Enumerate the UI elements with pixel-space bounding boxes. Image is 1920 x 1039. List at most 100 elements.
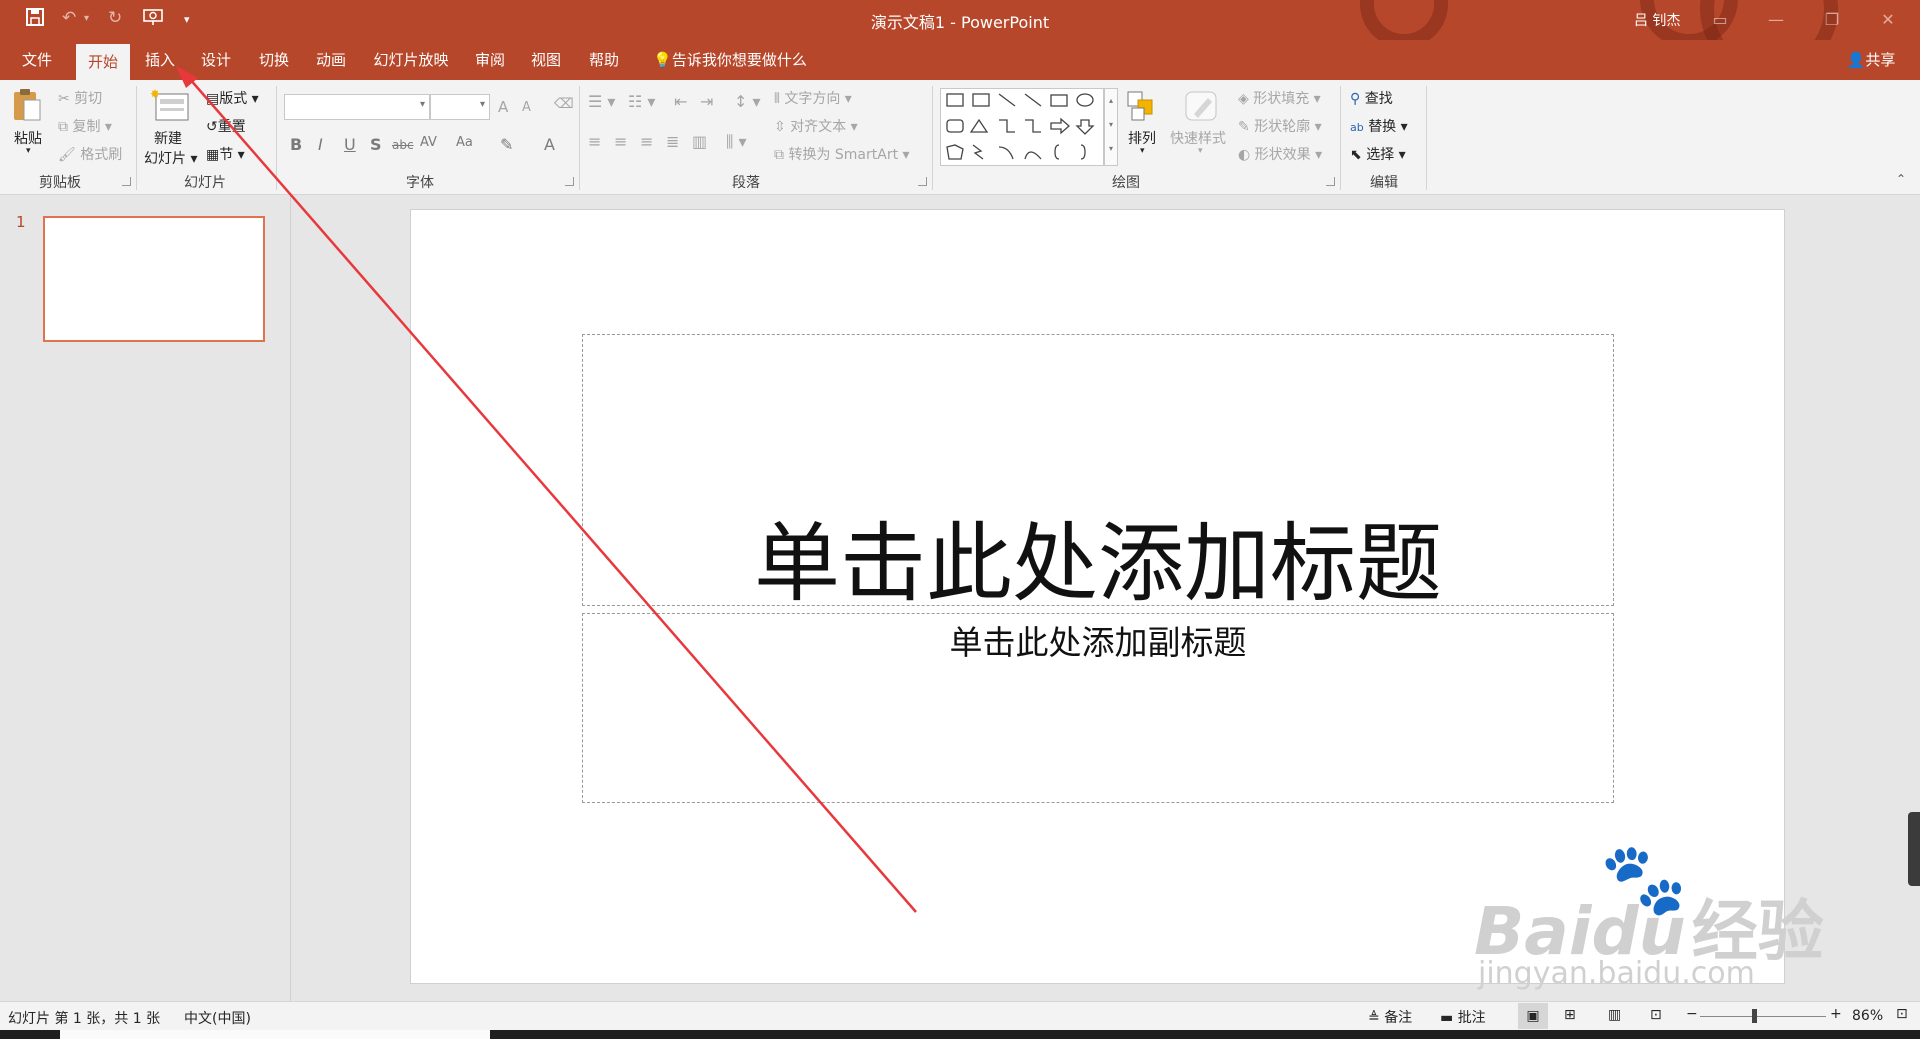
select-button[interactable]: ⬉ 选择 ▾ [1350,144,1406,164]
subtitle-placeholder[interactable]: 单击此处添加副标题 [582,613,1614,803]
new-slide-label-2[interactable]: 幻灯片 ▾ [144,148,197,168]
char-spacing-button[interactable]: AV [420,135,437,150]
justify-icon[interactable]: ≣ [666,132,679,151]
tab-help[interactable]: 帮助 [578,40,630,80]
smartart-button[interactable]: ⧉ 转换为 SmartArt ▾ [774,144,910,164]
ribbon-display-options-icon[interactable]: ▭ [1700,6,1740,34]
find-button[interactable]: ⚲ 查找 [1350,88,1393,108]
font-name-dropdown[interactable]: ▾ [284,94,430,120]
user-name[interactable]: 吕 钊杰 [1634,10,1680,30]
tell-me-box[interactable]: 💡告诉我你想要做什么 [642,40,818,80]
tab-transitions[interactable]: 切换 [248,40,300,80]
zoom-slider-thumb[interactable] [1752,1009,1757,1023]
effects-icon: ◐ [1238,147,1251,163]
underline-button[interactable]: U [344,135,356,154]
clipboard-launcher-icon[interactable] [122,177,131,186]
notes-button[interactable]: ≜ 备注 [1368,1007,1412,1027]
new-slide-icon[interactable]: ✸ [150,87,190,128]
slide-sorter-icon[interactable]: ⊞ [1564,1007,1576,1023]
highlight-icon[interactable]: ✎ [500,135,513,154]
zoom-out-icon[interactable]: − [1686,1006,1698,1022]
paste-icon[interactable] [12,88,42,126]
strikethrough-button[interactable]: abc [392,138,414,152]
cut-button[interactable]: ✂ 剪切 [58,88,102,108]
shadow-button[interactable]: S [370,135,382,154]
replace-button[interactable]: ab 替换 ▾ [1350,116,1408,136]
quick-styles-dropdown-icon[interactable]: ▾ [1198,146,1203,156]
clear-formatting-icon[interactable]: ⌫ [554,96,574,112]
scroll-handle[interactable] [1908,812,1920,886]
shape-fill-button[interactable]: ◈ 形状填充 ▾ [1238,88,1321,108]
grow-font-button[interactable]: A [498,98,508,116]
tab-home[interactable]: 开始 [76,44,130,80]
font-size-dropdown[interactable]: ▾ [430,94,490,120]
numbering-icon[interactable]: ☷ ▾ [628,92,655,111]
increase-indent-icon[interactable]: ⇥ [700,92,713,111]
bold-button[interactable]: B [290,135,302,154]
text-direction-button[interactable]: ⫴ 文字方向 ▾ [774,88,852,108]
align-right-icon[interactable]: ≡ [640,132,653,151]
comments-button[interactable]: ▬ 批注 [1440,1007,1486,1027]
tab-animations[interactable]: 动画 [304,40,358,80]
bullets-icon[interactable]: ☰ ▾ [588,92,615,111]
quick-styles-button[interactable]: 快速样式 [1170,128,1226,148]
decrease-indent-icon[interactable]: ⇤ [674,92,687,111]
zoom-in-icon[interactable]: + [1830,1006,1842,1022]
arrange-button[interactable]: 排列 [1128,128,1156,148]
line-spacing-icon[interactable]: ↕ ▾ [734,92,761,111]
tab-file[interactable]: 文件 [10,40,64,80]
quick-styles-icon[interactable] [1182,88,1220,128]
paragraph-launcher-icon[interactable] [918,177,927,186]
copy-button[interactable]: ⧉ 复制 ▾ [58,116,112,136]
shapes-scrollbar[interactable]: ▴ ▾ ▾ [1104,88,1118,166]
ribbon-separator [579,86,580,190]
tab-insert[interactable]: 插入 [134,40,186,80]
share-button[interactable]: 👤共享 [1836,40,1906,80]
shape-outline-button[interactable]: ✎ 形状轮廓 ▾ [1238,116,1322,136]
tab-slideshow[interactable]: 幻灯片放映 [366,40,456,80]
drawing-launcher-icon[interactable] [1326,177,1335,186]
pen-icon: ✎ [1238,119,1250,135]
notes-icon: ≜ [1368,1010,1380,1026]
italic-button[interactable]: I [318,135,323,154]
tab-view[interactable]: 视图 [520,40,572,80]
shapes-gallery[interactable] [940,88,1104,166]
zoom-level[interactable]: 86% [1852,1008,1883,1024]
language-indicator[interactable]: 中文(中国) [184,1008,251,1028]
distributed-icon[interactable]: ▥ [692,132,707,151]
new-slide-label-1[interactable]: 新建 [154,128,182,148]
minimize-icon[interactable]: — [1756,6,1796,34]
align-center-icon[interactable]: ≡ [614,132,627,151]
title-placeholder[interactable]: 单击此处添加标题 [582,334,1614,614]
normal-view-icon[interactable]: ▣ [1518,1003,1548,1029]
reset-button[interactable]: ↺重置 [206,116,246,136]
tab-review[interactable]: 审阅 [464,40,516,80]
arrange-dropdown-icon[interactable]: ▾ [1140,146,1145,156]
paste-dropdown-icon[interactable]: ▾ [26,146,31,156]
align-left-icon[interactable]: ≡ [588,132,601,151]
arrange-icon[interactable] [1124,88,1160,126]
text-direction-label: 文字方向 [784,91,841,107]
close-icon[interactable]: ✕ [1868,6,1908,34]
shrink-font-button[interactable]: A [522,100,531,115]
shape-effects-button[interactable]: ◐ 形状效果 ▾ [1238,144,1322,164]
fit-to-window-icon[interactable]: ⊡ [1896,1006,1908,1022]
slideshow-view-icon[interactable]: ⊡ [1650,1007,1662,1023]
zoom-slider[interactable] [1700,1016,1826,1017]
layout-button[interactable]: ▤版式 ▾ [206,88,259,108]
collapse-ribbon-icon[interactable]: ⌃ [1896,172,1906,186]
font-color-button[interactable]: A [544,135,555,154]
maximize-icon[interactable]: ❐ [1812,6,1852,34]
section-button[interactable]: ▦节 ▾ [206,144,245,164]
format-painter-button[interactable]: 🖌 格式刷 [58,144,122,164]
columns-icon[interactable]: ⫼ ▾ [726,132,746,152]
tab-design[interactable]: 设计 [190,40,242,80]
align-text-button[interactable]: ⇳ 对齐文本 ▾ [774,116,858,136]
change-case-button[interactable]: Aa [456,135,473,150]
title-bar: ↶ ▾ ↻ ▾ 演示文稿1 - PowerPoint 吕 钊杰 ▭ — ❐ ✕ [0,0,1920,78]
font-launcher-icon[interactable] [565,177,574,186]
slide-thumbnail[interactable] [43,216,265,342]
section-label: 节 [219,147,234,163]
paste-button[interactable]: 粘贴 [14,128,42,148]
reading-view-icon[interactable]: ▥ [1608,1007,1621,1023]
